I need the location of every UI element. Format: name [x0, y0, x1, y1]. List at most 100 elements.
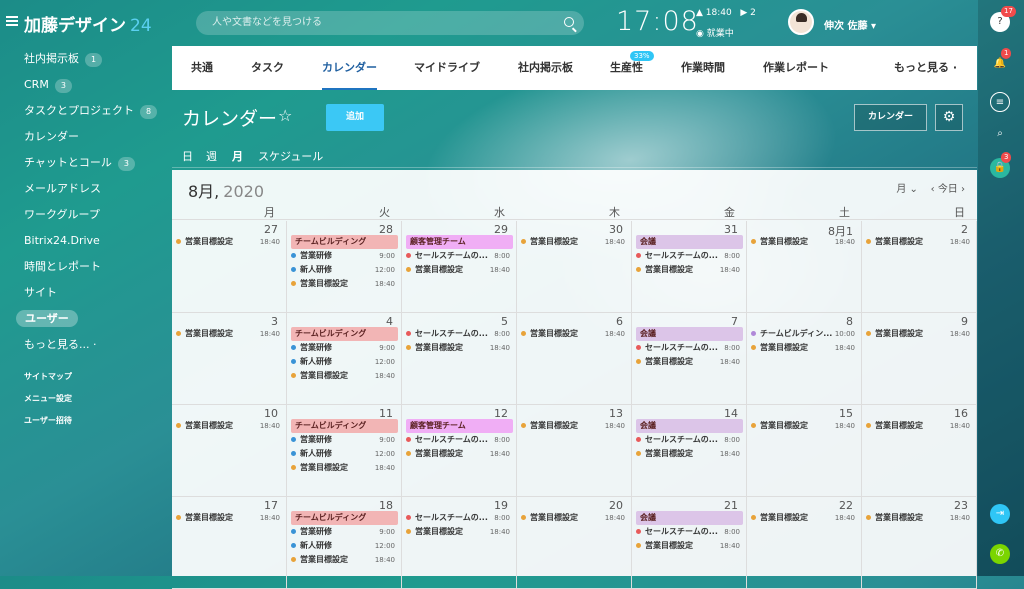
search-icon[interactable] [564, 17, 574, 27]
calendar-event[interactable]: 営業目標設定 18:40 [751, 511, 858, 525]
calendar-event[interactable]: 営業目標設定 18:40 [636, 447, 743, 461]
calendar-event[interactable]: 営業目標設定 18:40 [176, 511, 283, 525]
calendar-event[interactable]: 営業目標設定 18:40 [521, 511, 628, 525]
calendar-event[interactable]: 顧客管理チーム [406, 235, 513, 249]
tab-item[interactable]: 作業時間 [681, 46, 725, 90]
calendar-event[interactable]: セールスチームの... 8:00 [406, 511, 513, 525]
calendar-day-cell[interactable]: 10 営業目標設定 18:40 [172, 405, 287, 497]
month-nav[interactable]: 月 ⌄ ‹ 今日 › [896, 180, 965, 195]
help-icon[interactable]: ? 17 [990, 6, 1016, 32]
calendar-day-cell[interactable]: 7 会議 セールスチームの... 8:00 営業目標設定 18:40 [632, 313, 747, 405]
logo[interactable]: 加藤デザイン 24 [24, 11, 152, 36]
calendar-event[interactable]: チームビルディング [291, 327, 398, 341]
tab-item[interactable]: カレンダー [322, 46, 377, 90]
calendar-event[interactable]: 営業目標設定 18:40 [291, 461, 398, 475]
menu-icon[interactable] [6, 16, 18, 26]
calendar-event[interactable]: 営業目標設定 18:40 [406, 341, 513, 355]
calendar-event[interactable]: セールスチームの... 8:00 [636, 249, 743, 263]
calendar-day-cell[interactable]: 3 営業目標設定 18:40 [172, 313, 287, 405]
calendar-event[interactable]: 新人研修 12:00 [291, 355, 398, 369]
view-option[interactable]: 月 [232, 148, 243, 164]
work-status[interactable]: ◉ 就業中 [696, 26, 734, 39]
sidebar-item[interactable]: サイト [0, 280, 172, 306]
calendar-day-cell[interactable]: 16 営業目標設定 18:40 [862, 405, 977, 497]
calendar-day-cell[interactable]: 28 チームビルディング 営業研修 9:00 新人研修 12:00 営業目標設定 18:40 [287, 221, 402, 313]
calendar-day-cell[interactable]: 19 セールスチームの... 8:00 営業目標設定 18:40 [402, 497, 517, 589]
calendar-event[interactable]: 新人研修 12:00 [291, 539, 398, 553]
sidebar-item[interactable]: 時間とレポート [0, 254, 172, 280]
calendar-event[interactable]: 営業目標設定 18:40 [291, 277, 398, 291]
calendar-event[interactable]: チームビルディング [291, 511, 398, 525]
calendar-event[interactable]: 営業目標設定 18:40 [406, 447, 513, 461]
chat-icon[interactable]: ≡ [990, 92, 1010, 112]
calendar-event[interactable]: チームビルディング [291, 419, 398, 433]
tab-item[interactable]: 生産性 [610, 46, 643, 90]
calendar-event[interactable]: 営業目標設定 18:40 [176, 419, 283, 433]
tab-item[interactable]: 共通 [191, 46, 213, 90]
sidebar-item[interactable]: タスクとプロジェクト 8 [0, 98, 172, 124]
calendar-event[interactable]: セールスチームの... 8:00 [406, 327, 513, 341]
calendar-day-cell[interactable]: 20 営業目標設定 18:40 [517, 497, 632, 589]
calendar-event[interactable]: セールスチームの... 8:00 [636, 525, 743, 539]
calendar-event[interactable]: 会議 [636, 511, 743, 525]
calendar-event[interactable]: 営業目標設定 18:40 [406, 263, 513, 277]
calendar-day-cell[interactable]: 12 顧客管理チーム セールスチームの... 8:00 営業目標設定 18:40 [402, 405, 517, 497]
calendar-event[interactable]: 営業目標設定 18:40 [636, 263, 743, 277]
calendar-event[interactable]: 営業目標設定 18:40 [866, 235, 973, 249]
sidebar-small-link[interactable]: サイトマップ [0, 366, 172, 388]
calendar-event[interactable]: 営業目標設定 18:40 [176, 235, 283, 249]
calendar-event[interactable]: セールスチームの... 8:00 [636, 433, 743, 447]
view-option[interactable]: スケジュール [258, 148, 323, 164]
calendar-event[interactable]: 営業目標設定 18:40 [291, 369, 398, 383]
calendar-event[interactable]: 営業目標設定 18:40 [636, 539, 743, 553]
tab-item[interactable]: タスク [251, 46, 284, 90]
calendar-event[interactable]: 営業目標設定 18:40 [751, 235, 858, 249]
calendar-event[interactable]: 新人研修 12:00 [291, 447, 398, 461]
calendar-day-cell[interactable]: 6 営業目標設定 18:40 [517, 313, 632, 405]
calendar-event[interactable]: チームビルディン... 10:00 [751, 327, 858, 341]
calendar-event[interactable]: 営業目標設定 18:40 [751, 341, 858, 355]
phone-forward-icon[interactable]: ⇥ [990, 504, 1010, 524]
calendar-event[interactable]: 新人研修 12:00 [291, 263, 398, 277]
sidebar-item[interactable]: CRM 3 [0, 72, 172, 98]
star-icon[interactable]: ☆ [278, 106, 292, 125]
sidebar-small-link[interactable]: ユーザー招待 [0, 410, 172, 432]
calendar-day-cell[interactable]: 8 チームビルディン... 10:00 営業目標設定 18:40 [747, 313, 862, 405]
calendar-day-cell[interactable]: 18 チームビルディング 営業研修 9:00 新人研修 12:00 営業目標設定 18:40 [287, 497, 402, 589]
calendar-day-cell[interactable]: 8月1 営業目標設定 18:40 [747, 221, 862, 313]
calendar-event[interactable]: セールスチームの... 8:00 [406, 433, 513, 447]
calendar-day-cell[interactable]: 31 会議 セールスチームの... 8:00 営業目標設定 18:40 [632, 221, 747, 313]
calendar-event[interactable]: 営業目標設定 18:40 [521, 419, 628, 433]
sidebar-item[interactable]: チャットとコール 3 [0, 150, 172, 176]
calendar-day-cell[interactable]: 14 会議 セールスチームの... 8:00 営業目標設定 18:40 [632, 405, 747, 497]
sidebar-item[interactable]: ユーザー [0, 306, 172, 332]
calendar-event[interactable]: セールスチームの... 8:00 [406, 249, 513, 263]
sidebar-item[interactable]: もっと見る... · [0, 332, 172, 358]
user-name[interactable]: 伸次 佐藤 ▾ [824, 17, 876, 32]
calendar-day-cell[interactable]: 17 営業目標設定 18:40 [172, 497, 287, 589]
calendar-day-cell[interactable]: 30 営業目標設定 18:40 [517, 221, 632, 313]
calendar-day-cell[interactable]: 27 営業目標設定 18:40 [172, 221, 287, 313]
calendar-event[interactable]: 会議 [636, 419, 743, 433]
avatar[interactable] [788, 9, 814, 35]
call-icon[interactable]: ✆ [990, 544, 1010, 564]
lock-icon[interactable]: 🔒 3 [990, 152, 1012, 178]
calendar-event[interactable]: 営業目標設定 18:40 [176, 327, 283, 341]
calendar-day-cell[interactable]: 21 会議 セールスチームの... 8:00 営業目標設定 18:40 [632, 497, 747, 589]
gear-icon[interactable]: ⚙ [935, 104, 963, 131]
calendar-day-cell[interactable]: 4 チームビルディング 営業研修 9:00 新人研修 12:00 営業目標設定 18:40 [287, 313, 402, 405]
calendar-event[interactable]: 営業目標設定 18:40 [636, 355, 743, 369]
calendar-event[interactable]: 営業目標設定 18:40 [406, 525, 513, 539]
calendar-event[interactable]: 営業目標設定 18:40 [291, 553, 398, 567]
calendar-day-cell[interactable]: 5 セールスチームの... 8:00 営業目標設定 18:40 [402, 313, 517, 405]
search-input[interactable]: 人や文書などを見つける [196, 11, 584, 35]
sidebar-item[interactable]: カレンダー [0, 124, 172, 150]
tab-item[interactable]: 作業レポート [763, 46, 829, 90]
calendar-event[interactable]: 営業目標設定 18:40 [521, 235, 628, 249]
calendar-event[interactable]: 営業目標設定 18:40 [751, 419, 858, 433]
calendar-event[interactable]: 会議 [636, 235, 743, 249]
calendar-day-cell[interactable]: 13 営業目標設定 18:40 [517, 405, 632, 497]
calendar-day-cell[interactable]: 22 営業目標設定 18:40 [747, 497, 862, 589]
tab-item[interactable]: もっと見る · [894, 46, 957, 90]
sidebar-item[interactable]: Bitrix24.Drive [0, 228, 172, 254]
